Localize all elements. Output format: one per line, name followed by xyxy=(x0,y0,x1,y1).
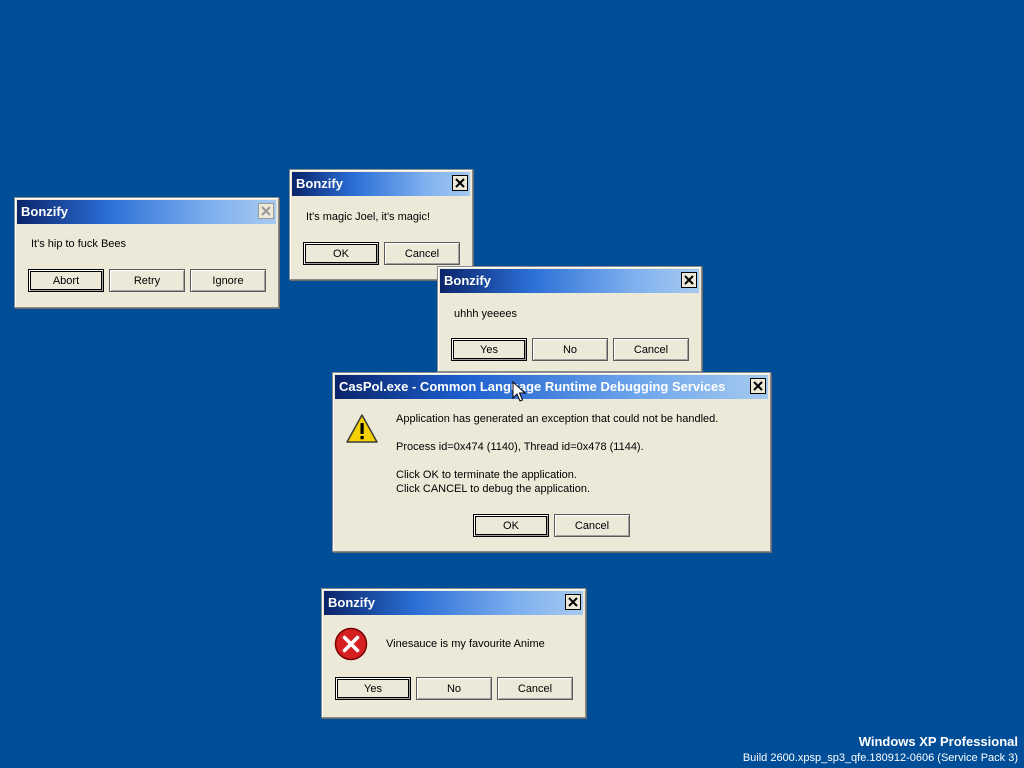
dialog-title: Bonzify xyxy=(328,595,375,610)
dialog-title: Bonzify xyxy=(21,204,68,219)
yes-button[interactable]: Yes xyxy=(335,677,411,700)
cancel-button[interactable]: Cancel xyxy=(497,677,573,700)
dialog-yeees-titlebar[interactable]: Bonzify xyxy=(440,269,699,293)
close-icon xyxy=(684,275,694,285)
mouse-cursor-icon xyxy=(512,381,526,402)
dialog-title: CasPol.exe - Common Language Runtime Deb… xyxy=(339,379,726,394)
windows-edition-label: Windows XP Professional xyxy=(858,734,1018,749)
dialog-message-line-1: Application has generated an exception t… xyxy=(396,413,719,425)
warning-icon xyxy=(346,414,378,443)
dialog-bees-titlebar[interactable]: Bonzify xyxy=(17,200,276,224)
close-icon xyxy=(568,597,578,607)
error-icon xyxy=(334,627,368,661)
ignore-button[interactable]: Ignore xyxy=(190,269,266,292)
dialog-message-line-4: Click CANCEL to debug the application. xyxy=(396,483,591,495)
dialog-message: uhhh yeeees xyxy=(454,308,517,320)
dialog-message-line-2: Process id=0x474 (1140), Thread id=0x478… xyxy=(396,441,644,453)
dialog-message: Vinesauce is my favourite Anime xyxy=(386,638,545,650)
ok-button[interactable]: OK xyxy=(473,514,549,537)
no-button[interactable]: No xyxy=(416,677,492,700)
close-icon xyxy=(261,206,271,216)
cancel-button[interactable]: Cancel xyxy=(384,242,460,265)
ok-button[interactable]: OK xyxy=(303,242,379,265)
dialog-title: Bonzify xyxy=(444,273,491,288)
cancel-button[interactable]: Cancel xyxy=(613,338,689,361)
dialog-vinesauce: Bonzify Vinesauce is my favourite Anime … xyxy=(321,588,586,718)
dialog-message: It's hip to fuck Bees xyxy=(31,238,127,250)
no-button[interactable]: No xyxy=(532,338,608,361)
dialog-caspol-titlebar[interactable]: CasPol.exe - Common Language Runtime Deb… xyxy=(335,375,768,399)
close-button[interactable] xyxy=(681,272,697,288)
dialog-message-line-3: Click OK to terminate the application. xyxy=(396,469,577,481)
close-button[interactable] xyxy=(750,378,766,394)
dialog-bees: Bonzify It's hip to fuck Bees Abort Retr… xyxy=(14,197,279,308)
abort-button[interactable]: Abort xyxy=(28,269,104,292)
desktop: { "desktop": { "background_color": "#004… xyxy=(0,0,1024,768)
yes-button[interactable]: Yes xyxy=(451,338,527,361)
dialog-magic-titlebar[interactable]: Bonzify xyxy=(292,172,470,196)
close-button[interactable] xyxy=(565,594,581,610)
dialog-yeees: Bonzify uhhh yeeees Yes No Cancel xyxy=(437,266,702,372)
close-button[interactable] xyxy=(258,203,274,219)
dialog-message: It's magic Joel, it's magic! xyxy=(306,211,431,223)
dialog-title: Bonzify xyxy=(296,176,343,191)
close-icon xyxy=(753,381,763,391)
close-icon xyxy=(455,178,465,188)
close-button[interactable] xyxy=(452,175,468,191)
cancel-button[interactable]: Cancel xyxy=(554,514,630,537)
dialog-vinesauce-titlebar[interactable]: Bonzify xyxy=(324,591,583,615)
dialog-caspol: CasPol.exe - Common Language Runtime Deb… xyxy=(332,372,771,552)
retry-button[interactable]: Retry xyxy=(109,269,185,292)
dialog-magic: Bonzify It's magic Joel, it's magic! OK … xyxy=(289,169,473,280)
windows-build-label: Build 2600.xpsp_sp3_qfe.180912-0606 (Ser… xyxy=(742,752,1018,764)
